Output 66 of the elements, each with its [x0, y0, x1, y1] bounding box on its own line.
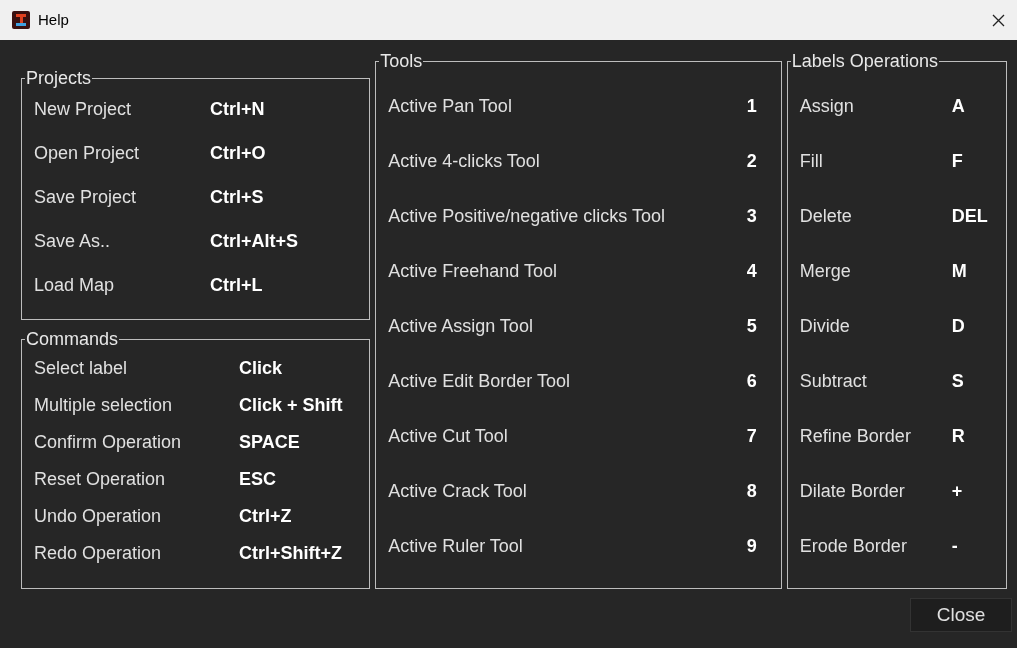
shortcut-action: Select label: [34, 356, 129, 380]
shortcut-key: Ctrl+N: [210, 95, 358, 123]
shortcut-action: Active 4-clicks Tool: [388, 149, 541, 173]
shortcut-key: Ctrl+O: [210, 139, 358, 167]
shortcut-key: 7: [746, 422, 757, 450]
shortcut-key: Ctrl+L: [210, 271, 358, 299]
shortcut-key: Ctrl+Z: [239, 502, 358, 530]
group-title: Labels Operations: [790, 50, 939, 72]
shortcut-action: Reset Operation: [34, 467, 167, 491]
shortcut-key: 5: [746, 312, 757, 340]
group-title: Commands: [25, 328, 120, 350]
shortcut-action: Divide: [799, 314, 851, 338]
shortcut-key: DEL: [951, 202, 994, 230]
shortcut-action: Open Project: [34, 141, 141, 165]
shortcut-key: S: [951, 367, 994, 395]
shortcut-key: 1: [746, 92, 757, 120]
shortcut-key: F: [951, 147, 994, 175]
shortcut-key: +: [951, 477, 994, 505]
shortcut-key: ESC: [239, 465, 358, 493]
shortcut-key: A: [951, 92, 994, 120]
shortcut-key: R: [951, 422, 994, 450]
shortcut-action: Delete: [799, 204, 853, 228]
shortcut-key: -: [951, 532, 994, 560]
group-title: Tools: [379, 50, 424, 72]
shortcut-key: M: [951, 257, 994, 285]
shortcut-action: Multiple selection: [34, 393, 174, 417]
shortcut-key: 3: [746, 202, 757, 230]
close-button[interactable]: Close: [910, 598, 1012, 632]
shortcut-action: Assign: [799, 94, 855, 118]
shortcut-action: Active Freehand Tool: [388, 259, 558, 283]
shortcut-key: SPACE: [239, 428, 358, 456]
shortcut-action: Merge: [799, 259, 852, 283]
shortcut-key: D: [951, 312, 994, 340]
shortcut-action: Load Map: [34, 273, 116, 297]
shortcut-action: Active Ruler Tool: [388, 534, 524, 558]
shortcut-action: Refine Border: [799, 424, 912, 448]
shortcut-key: 8: [746, 477, 757, 505]
close-icon[interactable]: [992, 13, 1005, 27]
shortcut-key: Ctrl+Shift+Z: [239, 539, 358, 567]
shortcut-key: Ctrl+Alt+S: [210, 227, 358, 255]
shortcut-key: 2: [746, 147, 757, 175]
shortcut-key: 6: [746, 367, 757, 395]
shortcut-action: Active Pan Tool: [388, 94, 513, 118]
shortcut-key: 9: [746, 532, 757, 560]
app-icon: [12, 11, 30, 29]
shortcut-action: Active Cut Tool: [388, 424, 509, 448]
shortcut-action: Dilate Border: [799, 479, 906, 503]
shortcut-action: Active Positive/negative clicks Tool: [388, 204, 666, 228]
shortcut-action: Subtract: [799, 369, 868, 393]
shortcut-action: Undo Operation: [34, 504, 163, 528]
shortcut-key: Click + Shift: [239, 391, 358, 419]
shortcut-action: Erode Border: [799, 534, 908, 558]
shortcut-key: 4: [746, 257, 757, 285]
shortcut-action: Confirm Operation: [34, 430, 183, 454]
shortcut-action: New Project: [34, 97, 133, 121]
window-title: Help: [38, 9, 70, 30]
shortcut-action: Fill: [799, 149, 824, 173]
shortcut-action: Save As..: [34, 229, 112, 253]
shortcut-action: Active Assign Tool: [388, 314, 534, 338]
shortcut-key: Click: [239, 354, 358, 382]
shortcut-key: Ctrl+S: [210, 183, 358, 211]
shortcut-action: Active Crack Tool: [388, 479, 528, 503]
group-title: Projects: [25, 67, 93, 89]
shortcut-action: Redo Operation: [34, 541, 163, 565]
shortcut-action: Active Edit Border Tool: [388, 369, 571, 393]
shortcut-action: Save Project: [34, 185, 138, 209]
